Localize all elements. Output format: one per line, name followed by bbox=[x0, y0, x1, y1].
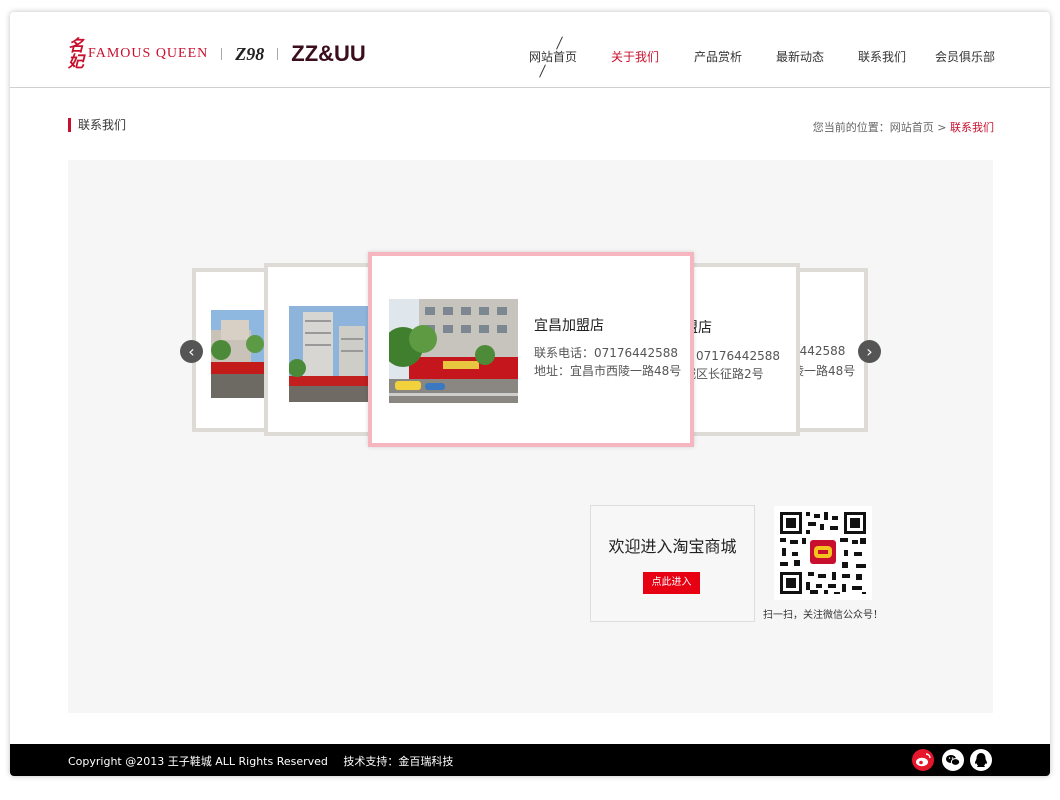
store-photo-image bbox=[389, 299, 518, 403]
store-name: 宜昌加盟店 bbox=[534, 318, 604, 334]
store-photo-image bbox=[211, 310, 265, 398]
nav-item-news[interactable]: 最新动态 bbox=[776, 48, 824, 65]
footer: Copyright @2013 王子鞋城 ALL Rights Reserved… bbox=[10, 744, 1050, 776]
arrow-right-icon: › bbox=[866, 342, 873, 361]
qq-icon bbox=[975, 753, 987, 767]
nav-item-club[interactable]: 会员俱乐部 bbox=[935, 48, 995, 65]
wechat-button[interactable] bbox=[942, 749, 964, 771]
wechat-qr bbox=[774, 506, 872, 600]
carousel-prev-button[interactable]: ‹ bbox=[180, 340, 203, 363]
taobao-title: 欢迎进入淘宝商城 bbox=[608, 537, 737, 556]
store-card-left[interactable] bbox=[264, 263, 384, 436]
store-address: 城区长征路2号 bbox=[684, 367, 764, 381]
copyright: Copyright @2013 王子鞋城 ALL Rights Reserved… bbox=[68, 753, 453, 769]
store-photo bbox=[211, 310, 265, 398]
breadcrumb: 您当前的位置：网站首页 > 联系我们 bbox=[813, 119, 994, 135]
content-panel: 6442588 陵一路48号 盟店 ：07176442588 城区长征路2号 宜… bbox=[68, 160, 993, 713]
page-frame: 名妃 FAMOUS QUEEN Z98 ZZ&UU 网站首页 关于我们 产品赏析… bbox=[10, 12, 1050, 776]
nav-item-about[interactable]: 关于我们 bbox=[611, 48, 659, 65]
tech-support-text: 技术支持：金百瑞科技 bbox=[343, 755, 454, 768]
nav-item-home[interactable]: 网站首页 bbox=[529, 48, 577, 65]
store-phone: 6442588 bbox=[792, 344, 846, 358]
nav-item-contact[interactable]: 联系我们 bbox=[858, 48, 906, 65]
nav-item-products[interactable]: 产品赏析 bbox=[694, 48, 742, 65]
nav-hover-slash bbox=[539, 64, 546, 78]
breadcrumb-separator: > bbox=[937, 121, 947, 134]
store-phone: ：07176442588 bbox=[684, 349, 780, 363]
main-nav: 网站首页 关于我们 产品赏析 最新动态 联系我们 会员俱乐部 bbox=[10, 12, 1050, 88]
store-card-far-right[interactable]: 6442588 陵一路48号 bbox=[788, 268, 868, 432]
wechat-icon bbox=[946, 755, 961, 766]
store-photo bbox=[389, 299, 518, 403]
qr-caption: 扫一扫，关注微信公众号！ bbox=[763, 610, 883, 621]
breadcrumb-home-link[interactable]: 网站首页 bbox=[890, 121, 934, 134]
store-address: 地址：宜昌市西陵一路48号 bbox=[534, 364, 682, 378]
qq-button[interactable] bbox=[970, 749, 992, 771]
page-title: 联系我们 bbox=[68, 118, 126, 132]
taobao-promo: 欢迎进入淘宝商城 点此进入 bbox=[590, 505, 755, 622]
store-card-right[interactable]: 盟店 ：07176442588 城区长征路2号 bbox=[680, 263, 800, 436]
arrow-left-icon: ‹ bbox=[188, 342, 195, 361]
taobao-enter-button[interactable]: 点此进入 bbox=[643, 572, 700, 594]
breadcrumb-current: 联系我们 bbox=[950, 121, 994, 134]
weibo-icon bbox=[916, 753, 931, 767]
weibo-button[interactable] bbox=[912, 749, 934, 771]
copyright-text: Copyright @2013 王子鞋城 ALL Rights Reserved bbox=[68, 755, 328, 768]
header: 名妃 FAMOUS QUEEN Z98 ZZ&UU 网站首页 关于我们 产品赏析… bbox=[10, 12, 1050, 88]
breadcrumb-prefix: 您当前的位置： bbox=[812, 121, 890, 134]
qr-code bbox=[774, 506, 872, 600]
store-address: 陵一路48号 bbox=[792, 364, 856, 378]
carousel-next-button[interactable]: › bbox=[858, 340, 881, 363]
store-card-active[interactable]: 宜昌加盟店 联系电话：07176442588 地址：宜昌市西陵一路48号 bbox=[368, 252, 694, 447]
store-phone: 联系电话：07176442588 bbox=[534, 346, 678, 360]
